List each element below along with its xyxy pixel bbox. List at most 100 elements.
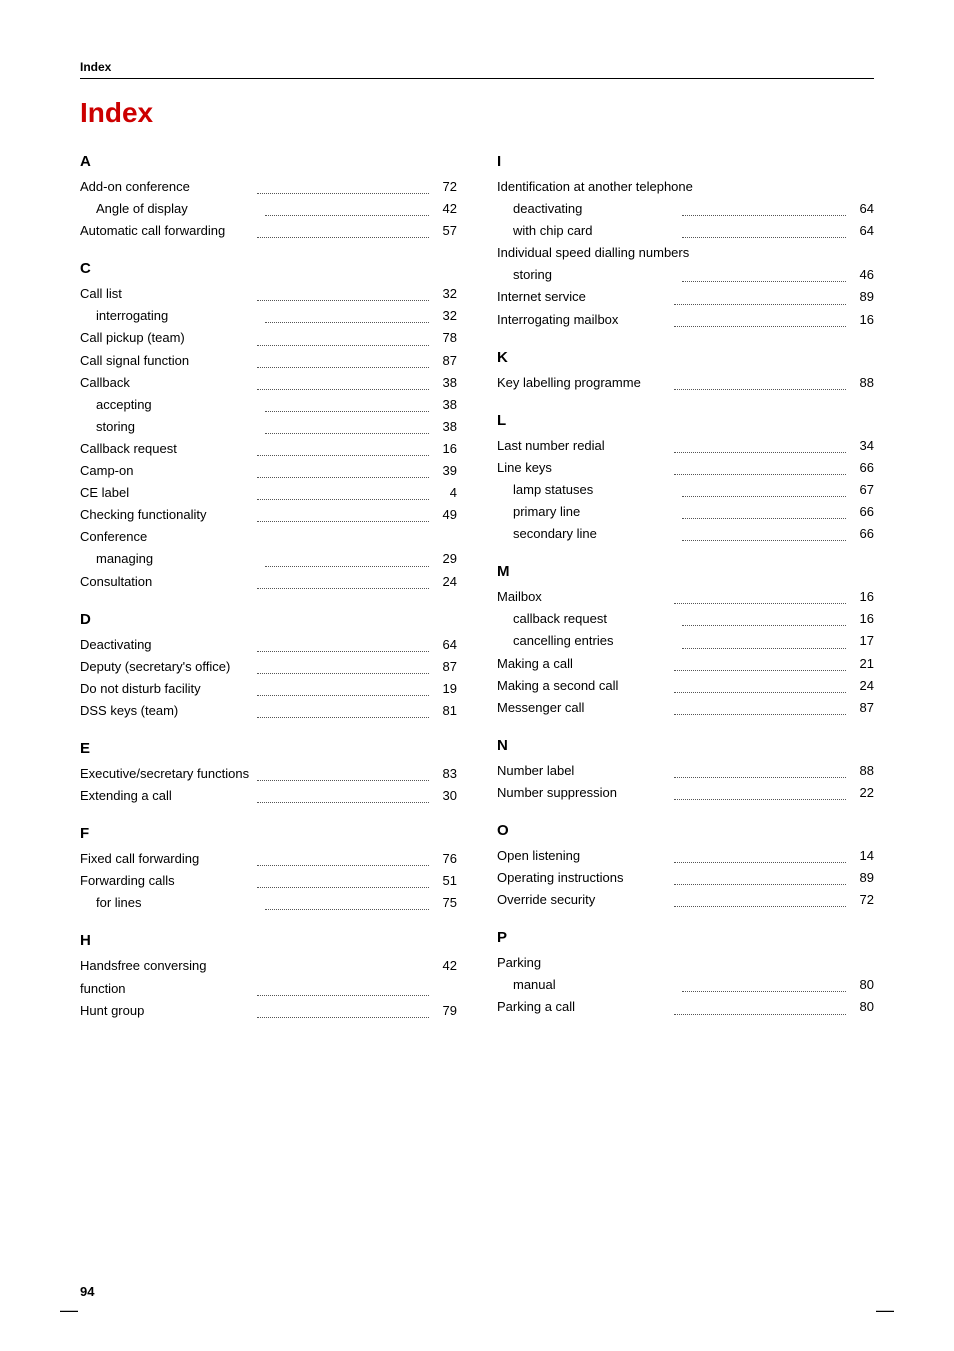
entry-dots	[682, 220, 847, 238]
entry-dots	[674, 372, 847, 390]
entry-page-number: 16	[850, 309, 874, 331]
index-entry: Callback38	[80, 372, 457, 394]
entry-label: Parking	[497, 952, 874, 974]
entry-dots	[257, 1000, 430, 1018]
entry-label: with chip card	[513, 220, 678, 242]
entry-label: Key labelling programme	[497, 372, 670, 394]
entry-label: storing	[513, 264, 678, 286]
entry-label: Mailbox	[497, 586, 670, 608]
entry-label: Consultation	[80, 571, 253, 593]
entry-dots	[257, 870, 430, 888]
entry-dots	[265, 416, 430, 434]
section-letter-p: P	[497, 929, 874, 946]
entry-label: manual	[513, 974, 678, 996]
entry-dots	[257, 220, 430, 238]
entry-page-number: 16	[433, 438, 457, 460]
entry-page-number: 30	[433, 785, 457, 807]
entry-dots	[682, 264, 847, 282]
left-column: A Add-on conference72Angle of display 42 Au…	[80, 153, 457, 1022]
entry-dots	[682, 608, 847, 626]
entry-label: cancelling entries	[513, 630, 678, 652]
section-letter-c: C	[80, 260, 457, 277]
entry-label: Operating instructions	[497, 867, 670, 889]
entry-dots	[257, 656, 430, 674]
entry-label: Hunt group	[80, 1000, 253, 1022]
corner-mark-bottom-right: —	[876, 1300, 894, 1321]
index-columns: A Add-on conference72Angle of display 42 Au…	[80, 153, 874, 1022]
entry-page-number: 39	[433, 460, 457, 482]
entry-page-number: 83	[433, 763, 457, 785]
entry-label: managing	[96, 548, 261, 570]
entry-label: DSS keys (team)	[80, 700, 253, 722]
entry-page-number: 32	[433, 305, 457, 327]
right-column: IIdentification at another telephonedeac…	[497, 153, 874, 1022]
index-entry: callback request16	[497, 608, 874, 630]
entry-page-number: 4	[433, 482, 457, 504]
index-entry: Mailbox16	[497, 586, 874, 608]
entry-page-number: 19	[433, 678, 457, 700]
index-entry: Checking functionality49	[80, 504, 457, 526]
index-entry: Open listening14	[497, 845, 874, 867]
entry-dots	[674, 457, 847, 475]
index-entry: Identification at another telephone	[497, 176, 874, 198]
index-entry: Callback request 16	[80, 438, 457, 460]
index-entry: Extending a call30	[80, 785, 457, 807]
entry-dots	[257, 634, 430, 652]
index-entry: Automatic call forwarding57	[80, 220, 457, 242]
index-entry: with chip card64	[497, 220, 874, 242]
entry-dots	[682, 630, 847, 648]
entry-label: Checking functionality	[80, 504, 253, 526]
entry-page-number: 42	[433, 955, 457, 999]
section-letter-o: O	[497, 822, 874, 839]
header-label: Index	[80, 60, 874, 74]
entry-page-number: 78	[433, 327, 457, 349]
entry-label: Individual speed dialling numbers	[497, 242, 874, 264]
entry-page-number: 81	[433, 700, 457, 722]
index-entry: accepting 38	[80, 394, 457, 416]
entry-page-number: 88	[850, 760, 874, 782]
entry-page-number: 72	[850, 889, 874, 911]
header-rule	[80, 78, 874, 79]
entry-label: Identification at another telephone	[497, 176, 874, 198]
entry-page-number: 76	[433, 848, 457, 870]
entry-page-number: 34	[850, 435, 874, 457]
entry-page-number: 38	[433, 394, 457, 416]
entry-page-number: 46	[850, 264, 874, 286]
entry-label: Number label	[497, 760, 670, 782]
entry-page-number: 22	[850, 782, 874, 804]
index-entry: Add-on conference72	[80, 176, 457, 198]
entry-label: Angle of display	[96, 198, 261, 220]
entry-dots	[257, 283, 430, 301]
entry-page-number: 66	[850, 457, 874, 479]
entry-page-number: 87	[433, 656, 457, 678]
index-entry: DSS keys (team) 81	[80, 700, 457, 722]
entry-dots	[265, 305, 430, 323]
index-entry: Last number redial34	[497, 435, 874, 457]
entry-label: for lines	[96, 892, 261, 914]
entry-page-number: 72	[433, 176, 457, 198]
index-entry: Handsfree conversing function42	[80, 955, 457, 999]
entry-page-number: 89	[850, 867, 874, 889]
index-entry: storing38	[80, 416, 457, 438]
index-entry: storing 46	[497, 264, 874, 286]
index-entry: Conference	[80, 526, 457, 548]
section-letter-l: L	[497, 412, 874, 429]
entry-dots	[674, 309, 847, 327]
entry-dots	[682, 479, 847, 497]
entry-dots	[682, 198, 847, 216]
entry-dots	[257, 460, 430, 478]
entry-dots	[674, 889, 847, 907]
entry-dots	[674, 845, 847, 863]
entry-page-number: 87	[433, 350, 457, 372]
index-entry: Deputy (secretary's office)87	[80, 656, 457, 678]
index-entry: Internet service89	[497, 286, 874, 308]
index-entry: interrogating32	[80, 305, 457, 327]
entry-label: Callback request	[80, 438, 253, 460]
corner-mark-bottom-left: —	[60, 1300, 78, 1321]
entry-label: accepting	[96, 394, 261, 416]
entry-label: Call list	[80, 283, 253, 305]
entry-label: CE label	[80, 482, 253, 504]
index-entry: managing29	[80, 548, 457, 570]
entry-page-number: 64	[433, 634, 457, 656]
section-letter-a: A	[80, 153, 457, 170]
